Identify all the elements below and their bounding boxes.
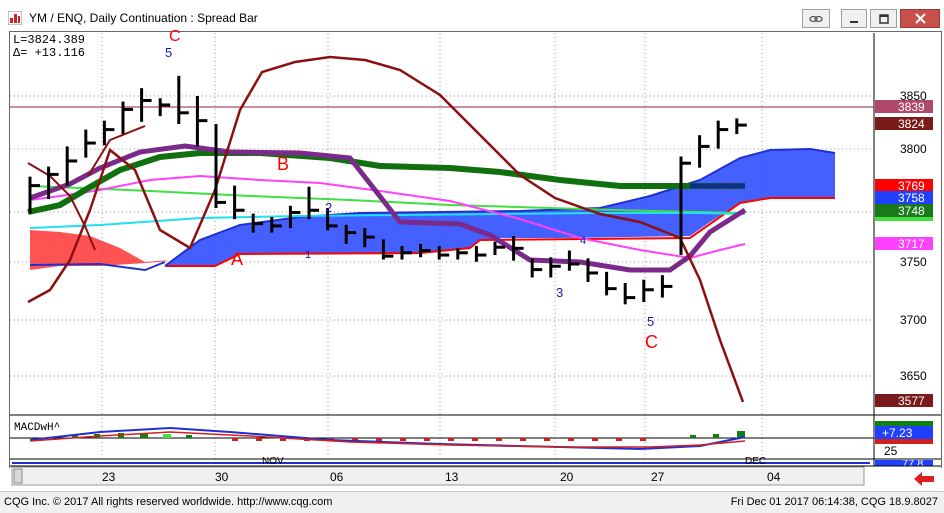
wave-label-c-bottom: C [645, 332, 658, 352]
wave-label-c-top: C [169, 28, 181, 45]
price-tag-3717: 3717 [898, 237, 925, 251]
date-label: 30 [215, 470, 229, 484]
price-tick: 3700 [900, 313, 927, 327]
macd-zero-tag: 25 [884, 444, 898, 458]
wave-label-5-top: 5 [165, 45, 172, 60]
status-bar: CQG Inc. © 2017 All rights reserved worl… [0, 491, 944, 513]
price-tick: 3800 [900, 142, 927, 156]
chart-scrollbar[interactable] [11, 466, 865, 486]
wave-label-b: B [277, 154, 289, 174]
date-label: 20 [560, 470, 574, 484]
date-label: 27 [651, 470, 665, 484]
price-tick: 3750 [900, 255, 927, 269]
price-tag-3748: 3748 [898, 204, 925, 218]
date-label: 13 [445, 470, 459, 484]
status-datetime: Fri Dec 01 2017 06:14:38, CQG 18.9.8027 [730, 496, 938, 508]
last-price-readout: L=3824.389 [13, 33, 85, 47]
delta-readout: Δ= +13.116 [13, 46, 85, 60]
month-label-nov: NOV [262, 456, 284, 467]
price-tick: 3650 [900, 369, 927, 383]
wave-label-5-bottom: 5 [647, 314, 654, 329]
price-tag-3577: 3577 [898, 394, 925, 408]
scrollbar-handle[interactable] [13, 468, 23, 484]
price-tag-3758: 3758 [898, 191, 925, 205]
macd-label: MACDwH^ [14, 422, 60, 434]
macd-value-tag: +7.23 [882, 426, 913, 440]
copyright-text: CQG Inc. © 2017 All rights reserved worl… [4, 496, 333, 508]
wave-label-3: 3 [556, 285, 563, 300]
wave-label-a: A [231, 249, 243, 269]
macd-red-line [29, 431, 746, 448]
date-label: 06 [330, 470, 344, 484]
wave-label-4: 4 [580, 235, 586, 247]
date-label: 04 [767, 470, 781, 484]
wave-label-2: 2 [325, 200, 332, 215]
date-label: 23 [102, 470, 116, 484]
price-tag-3839: 3839 [898, 100, 925, 114]
chart-area[interactable]: C 5 B 2 A 1 4 3 5 C L=3824.389 Δ= +13.11… [0, 0, 944, 491]
wave-label-1: 1 [305, 249, 311, 261]
month-label-dec: DEC [745, 456, 766, 467]
price-tag-3824: 3824 [898, 117, 925, 131]
